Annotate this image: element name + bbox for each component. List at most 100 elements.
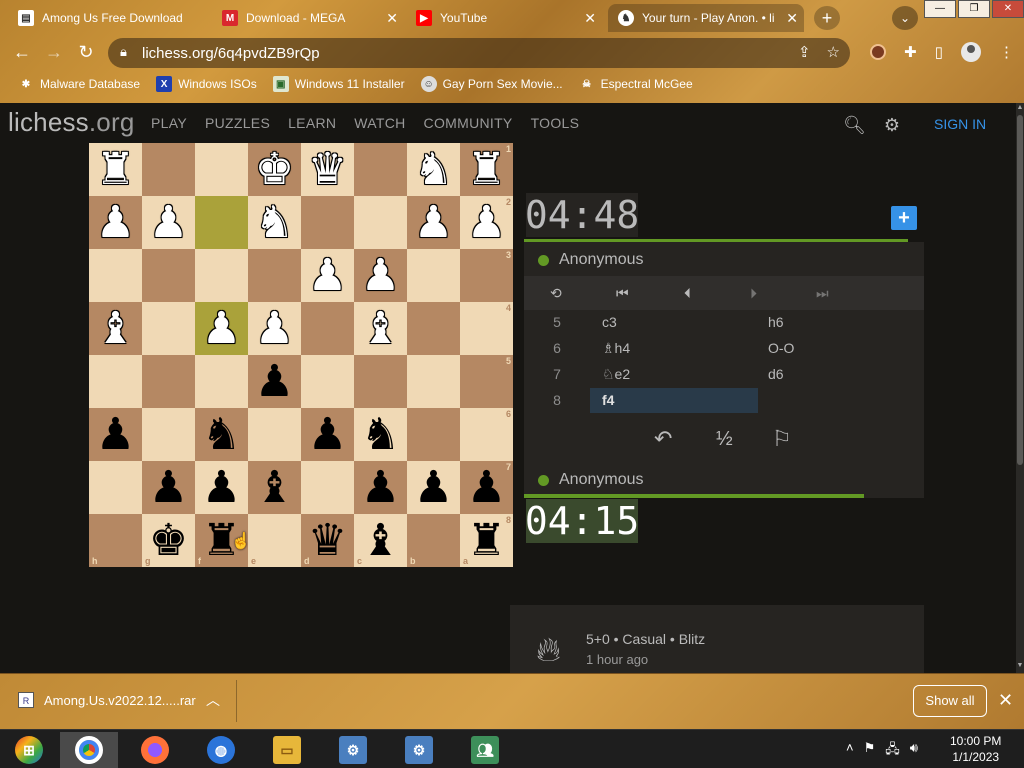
show-all-button[interactable]: Show all: [913, 685, 987, 717]
forward-arrow-icon[interactable]: →: [42, 40, 66, 64]
last-move-icon[interactable]: ⏭: [816, 285, 829, 302]
search-icon[interactable]: 🔍︎: [843, 115, 866, 136]
network-icon[interactable]: 🖧︎: [885, 740, 900, 762]
resign-flag-icon[interactable]: ⚐: [772, 426, 792, 452]
board-square[interactable]: ♜: [89, 143, 142, 196]
board-square[interactable]: h: [89, 514, 142, 567]
taskbar-explorer[interactable]: ▭: [258, 732, 316, 768]
white-bishop-icon[interactable]: ♝: [361, 306, 400, 351]
system-clock[interactable]: 10:00 PM 1/1/2023: [950, 733, 1001, 765]
flip-board-icon[interactable]: ⟲: [550, 285, 562, 302]
white-king-icon[interactable]: ♚: [255, 147, 294, 192]
board-square[interactable]: ♞: [195, 408, 248, 461]
black-move[interactable]: d6: [758, 362, 924, 387]
board-square[interactable]: ♞: [248, 196, 301, 249]
flag-icon[interactable]: ⚑: [864, 740, 876, 762]
board-square[interactable]: [407, 302, 460, 355]
volume-icon[interactable]: 🔊︎: [910, 740, 918, 762]
board-square[interactable]: ♝: [248, 461, 301, 514]
board-square[interactable]: ♟: [354, 249, 407, 302]
board-square[interactable]: [248, 249, 301, 302]
white-move-active[interactable]: f4: [590, 388, 758, 413]
board-square[interactable]: ♟: [248, 302, 301, 355]
board-square[interactable]: ♞: [354, 408, 407, 461]
board-square[interactable]: ♟ 2: [460, 196, 513, 249]
board-square[interactable]: b: [407, 514, 460, 567]
download-item[interactable]: R Among.Us.v2022.12.....rar: [18, 692, 196, 708]
board-square[interactable]: [142, 302, 195, 355]
black-move[interactable]: O-O: [758, 336, 924, 361]
board-square[interactable]: ♟: [89, 196, 142, 249]
black-bishop-icon[interactable]: ♝: [361, 518, 400, 563]
board-square[interactable]: ♛: [301, 143, 354, 196]
address-bar[interactable]: 🔒︎ lichess.org/6q4pvdZB9rQp ⇪ ☆: [108, 38, 850, 68]
offer-draw-button[interactable]: ½: [716, 428, 733, 451]
menu-kebab-icon[interactable]: ⋮: [999, 43, 1014, 61]
tab-lichess[interactable]: ♞ Your turn - Play Anon. • li ✕: [608, 4, 804, 32]
puzzle-extensions-icon[interactable]: ✚: [904, 43, 917, 61]
black-king-icon[interactable]: ♚: [149, 518, 188, 563]
close-icon[interactable]: ✕: [584, 10, 596, 27]
white-queen-icon[interactable]: ♛: [308, 147, 347, 192]
scroll-thumb[interactable]: [1017, 115, 1023, 465]
board-square[interactable]: [248, 408, 301, 461]
chevron-up-icon[interactable]: ˄: [846, 740, 854, 762]
board-square[interactable]: [89, 249, 142, 302]
white-pawn-icon[interactable]: ♟: [149, 200, 188, 245]
black-pawn-icon[interactable]: ♟: [202, 465, 241, 510]
add-time-button[interactable]: +: [891, 206, 917, 230]
nav-tools[interactable]: TOOLS: [531, 115, 580, 131]
board-square[interactable]: 4: [460, 302, 513, 355]
board-square[interactable]: 5: [460, 355, 513, 408]
close-icon[interactable]: ✕: [386, 10, 398, 27]
black-knight-icon[interactable]: ♞: [361, 412, 400, 457]
sign-in-link[interactable]: SIGN IN: [934, 116, 986, 132]
taskbar-app-1[interactable]: ⚙: [324, 732, 382, 768]
share-icon[interactable]: ⇪: [798, 43, 811, 61]
nav-community[interactable]: COMMUNITY: [424, 115, 513, 131]
board-square[interactable]: [142, 143, 195, 196]
taskbar-firefox[interactable]: [126, 732, 184, 768]
nav-learn[interactable]: LEARN: [288, 115, 336, 131]
board-square[interactable]: ♞: [407, 143, 460, 196]
taskbar-app-2[interactable]: ⚙: [390, 732, 448, 768]
extension-avatar-icon[interactable]: [870, 44, 887, 60]
scroll-down-icon[interactable]: ▼: [1016, 661, 1024, 671]
white-pawn-icon[interactable]: ♟: [308, 253, 347, 298]
nav-puzzles[interactable]: PUZZLES: [205, 115, 270, 131]
board-square[interactable]: [407, 408, 460, 461]
board-square[interactable]: ♟: [195, 302, 248, 355]
white-move[interactable]: ♘e2: [590, 362, 758, 387]
board-square[interactable]: [142, 408, 195, 461]
takeback-icon[interactable]: ↶: [654, 426, 672, 452]
black-bishop-icon[interactable]: ♝: [255, 465, 294, 510]
board-square[interactable]: [354, 196, 407, 249]
taskbar-edge[interactable]: ◍: [192, 732, 250, 768]
scroll-up-icon[interactable]: ▲: [1016, 103, 1024, 113]
side-panel-icon[interactable]: ▯: [935, 43, 943, 61]
bookmark-espectral-mcgee[interactable]: ☠ Espectral McGee: [579, 76, 693, 92]
chess-board[interactable]: ♜ ♚ ♛ ♞ ♜ 1 ♟ ♟ ♞ ♟ ♟ 2 ♟ ♟ 3 ♝ ♟ ♟ ♝ 4 ♟ 5 ♟ ♞ ♟ ♞ 6 ♟ ♟ ♝ ♟ ♟ ♟ 7 h ♚ g ♜ f e…: [89, 143, 513, 567]
black-rook-icon[interactable]: ♜: [467, 518, 506, 563]
page-scrollbar[interactable]: ▲ ▼: [1016, 103, 1024, 673]
new-tab-button[interactable]: +: [814, 6, 840, 30]
profile-avatar-icon[interactable]: [961, 42, 981, 62]
board-square[interactable]: 3: [460, 249, 513, 302]
white-rook-icon[interactable]: ♜: [467, 147, 506, 192]
board-square[interactable]: ♝ c: [354, 514, 407, 567]
next-move-icon[interactable]: ⏵: [750, 285, 757, 302]
nav-watch[interactable]: WATCH: [354, 115, 405, 131]
board-square[interactable]: [195, 143, 248, 196]
black-move[interactable]: h6: [758, 310, 924, 335]
first-move-icon[interactable]: ⏮: [616, 285, 629, 302]
minimize-button[interactable]: —: [924, 0, 956, 18]
board-square[interactable]: [89, 355, 142, 408]
board-square[interactable]: [354, 355, 407, 408]
bookmark-windows-isos[interactable]: X Windows ISOs: [156, 76, 257, 92]
board-square[interactable]: [301, 196, 354, 249]
board-square[interactable]: e: [248, 514, 301, 567]
white-rook-icon[interactable]: ♜: [96, 147, 135, 192]
close-icon[interactable]: ✕: [998, 690, 1013, 711]
lock-icon[interactable]: 🔒︎: [120, 44, 127, 60]
board-square[interactable]: ♟: [142, 461, 195, 514]
